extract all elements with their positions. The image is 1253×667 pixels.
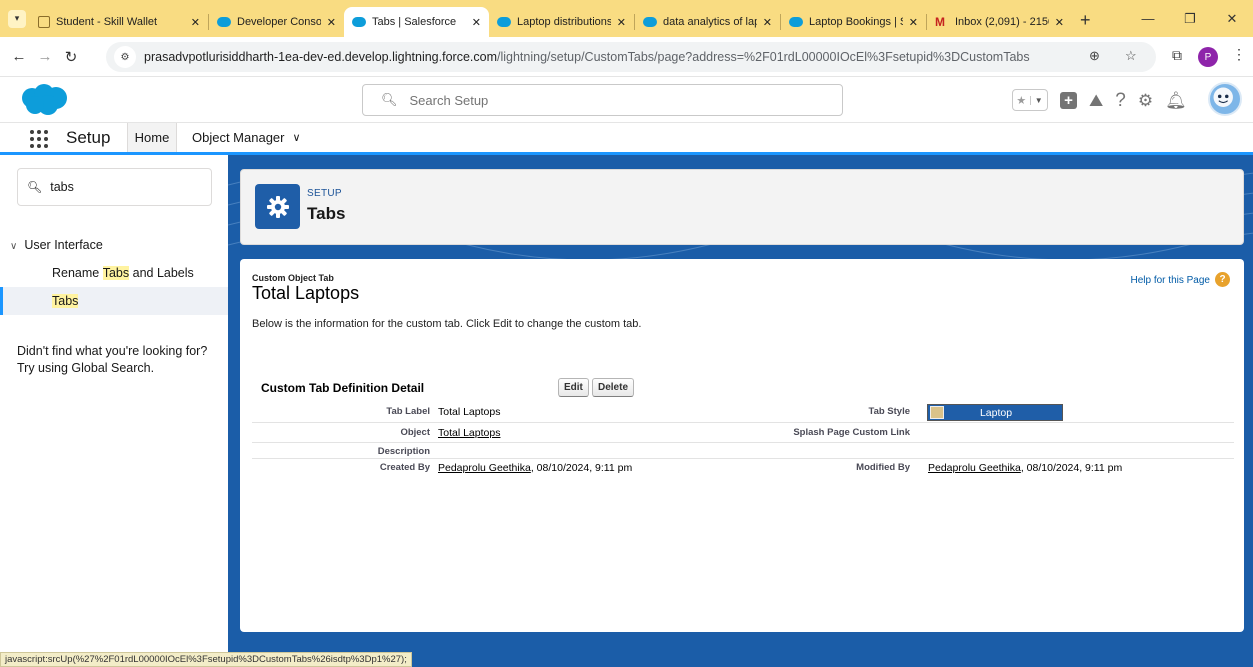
laptop-style-icon xyxy=(930,406,944,419)
object-type-label: Custom Object Tab xyxy=(252,273,334,283)
star-icon: ★ xyxy=(1016,94,1027,107)
browser-status-bar: javascript:srcUp(%27%2F01rdL00000IOcEl%3… xyxy=(0,652,412,667)
tree-item-tabs[interactable]: Tabs xyxy=(0,287,228,315)
gmail-icon: M xyxy=(935,15,945,29)
app-name: Setup xyxy=(66,128,111,147)
app-navigation: Setup Home Object Manager ∨ xyxy=(0,123,1253,155)
close-tab-icon[interactable]: ✕ xyxy=(909,16,918,29)
browser-tab-data-analytics[interactable]: data analytics of lapt ✕ xyxy=(635,7,780,37)
extensions-icon[interactable]: ⧉ xyxy=(1172,47,1182,64)
setup-eyebrow: SETUP xyxy=(307,188,342,199)
field-value-tab-label: Total Laptops xyxy=(438,406,501,418)
close-tab-icon[interactable]: ✕ xyxy=(763,16,772,29)
tab-search-icon[interactable]: ▾ xyxy=(8,9,26,28)
tree-item-rename-tabs-and-labels[interactable]: Rename Tabs and Labels xyxy=(0,259,228,287)
object-link[interactable]: Total Laptops xyxy=(438,427,500,439)
field-label-tab-style: Tab Style xyxy=(868,406,910,417)
modified-by-user-link[interactable]: Pedaprolu Geethika xyxy=(928,462,1021,474)
setup-gear-icon xyxy=(255,184,300,229)
forward-icon[interactable]: → xyxy=(32,48,58,65)
section-title: Custom Tab Definition Detail xyxy=(261,381,425,395)
zoom-icon[interactable]: ⊕ xyxy=(1089,48,1100,64)
trailhead-icon[interactable]: ⛰ xyxy=(1089,92,1103,109)
browser-tab-laptop-bookings[interactable]: Laptop Bookings | Sa ✕ xyxy=(781,7,926,37)
browser-tab-gmail-inbox[interactable]: M Inbox (2,091) - 21501 ✕ xyxy=(927,7,1072,37)
site-settings-icon[interactable]: ⚙ xyxy=(114,46,136,68)
new-tab-icon[interactable]: + xyxy=(1080,10,1091,31)
minimize-icon[interactable]: — xyxy=(1127,11,1169,26)
browser-tab-skill-wallet[interactable]: Student - Skill Wallet ✕ xyxy=(30,7,208,37)
browser-tab-developer-console[interactable]: Developer Console ✕ xyxy=(209,7,344,37)
window-controls: — ❐ ✕ xyxy=(1127,0,1253,37)
field-label-object: Object xyxy=(400,427,430,438)
restore-icon[interactable]: ❐ xyxy=(1169,11,1211,27)
astro-avatar-icon xyxy=(1213,87,1233,107)
setup-page-header: SETUP Tabs xyxy=(240,169,1244,245)
browser-tab-tabs-salesforce[interactable]: Tabs | Salesforce ✕ xyxy=(344,7,489,37)
field-label-tab-label: Tab Label xyxy=(386,406,430,417)
chevron-down-icon[interactable]: ▼ xyxy=(1029,95,1048,105)
gear-icon[interactable]: ⚙ xyxy=(1138,92,1153,109)
edit-button[interactable]: Edit xyxy=(558,378,589,397)
delete-button[interactable]: Delete xyxy=(592,378,635,397)
help-icon[interactable]: ? xyxy=(1115,91,1126,110)
reload-icon[interactable]: ↻ xyxy=(58,48,84,66)
user-avatar[interactable] xyxy=(1208,82,1242,116)
browser-tab-laptop-distributions[interactable]: Laptop distributions ✕ xyxy=(489,7,634,37)
setup-tree-panel: 🔍︎ tabs ∨ User Interface Rename Tabs and … xyxy=(0,155,228,652)
salesforce-icon xyxy=(789,17,803,27)
search-icon: 🔍︎ xyxy=(381,92,398,107)
custom-tab-detail-page: Custom Object Tab Total Laptops Help for… xyxy=(240,259,1244,632)
skill-wallet-icon xyxy=(38,16,50,28)
tab-style-preview: Laptop xyxy=(927,404,1063,421)
salesforce-icon xyxy=(352,17,366,27)
tree-node-user-interface[interactable]: ∨ User Interface xyxy=(10,238,103,252)
quick-find-input[interactable]: 🔍︎ tabs xyxy=(17,168,212,206)
salesforce-icon xyxy=(643,17,657,27)
nav-tab-object-manager[interactable]: Object Manager ∨ xyxy=(192,123,301,152)
setup-search-input[interactable]: 🔍︎ Search Setup xyxy=(362,84,843,116)
header-actions: ★ ▼ + ⛰ ? ⚙ 🔔︎ xyxy=(1012,87,1187,113)
close-window-icon[interactable]: ✕ xyxy=(1211,11,1253,27)
salesforce-icon xyxy=(497,17,511,27)
record-title: Total Laptops xyxy=(252,283,360,303)
close-tab-icon[interactable]: ✕ xyxy=(472,16,481,29)
salesforce-icon xyxy=(217,17,231,27)
search-icon: 🔍︎ xyxy=(27,180,43,194)
created-by-user-link[interactable]: Pedaprolu Geethika xyxy=(438,462,531,474)
app-launcher-icon[interactable] xyxy=(30,130,48,148)
back-icon[interactable]: ← xyxy=(6,48,32,65)
help-icon[interactable]: ? xyxy=(1215,272,1230,287)
browser-menu-icon[interactable]: ⋮ xyxy=(1232,46,1246,63)
profile-avatar[interactable]: P xyxy=(1198,47,1218,67)
page-description: Below is the information for the custom … xyxy=(252,318,642,330)
bookmark-star-icon[interactable]: ☆ xyxy=(1125,48,1137,64)
chevron-down-icon[interactable]: ∨ xyxy=(293,131,301,144)
field-label-description: Description xyxy=(377,446,430,457)
chevron-down-icon[interactable]: ∨ xyxy=(10,241,17,252)
close-tab-icon[interactable]: ✕ xyxy=(1055,16,1064,29)
address-bar[interactable]: ⚙ prasadvpotlurisiddharth-1ea-dev-ed.dev… xyxy=(106,42,1156,72)
global-search-hint: Didn't find what you're looking for? Try… xyxy=(17,344,208,375)
salesforce-logo[interactable] xyxy=(18,83,70,117)
field-value-modified-by: Pedaprolu Geethika, 08/10/2024, 9:11 pm xyxy=(928,462,1123,474)
close-tab-icon[interactable]: ✕ xyxy=(327,16,336,29)
field-value-created-by: Pedaprolu Geethika, 08/10/2024, 9:11 pm xyxy=(438,462,633,474)
url-text: prasadvpotlurisiddharth-1ea-dev-ed.devel… xyxy=(144,50,1030,64)
field-value-object: Total Laptops xyxy=(438,427,500,439)
browser-tabstrip: ▾ Student - Skill Wallet ✕ Developer Con… xyxy=(0,0,1253,37)
field-label-splash-page: Splash Page Custom Link xyxy=(793,427,910,438)
global-actions-icon[interactable]: + xyxy=(1060,91,1077,109)
close-tab-icon[interactable]: ✕ xyxy=(191,16,200,29)
browser-toolbar: ← → ↻ ⚙ prasadvpotlurisiddharth-1ea-dev-… xyxy=(0,37,1253,77)
close-tab-icon[interactable]: ✕ xyxy=(617,16,626,29)
global-header: 🔍︎ Search Setup ★ ▼ + ⛰ ? ⚙ 🔔︎ xyxy=(0,77,1253,123)
field-label-modified-by: Modified By xyxy=(856,462,910,473)
favorites-button[interactable]: ★ ▼ xyxy=(1012,89,1048,111)
help-for-this-page-link[interactable]: Help for this Page xyxy=(1131,275,1211,286)
nav-tab-home[interactable]: Home xyxy=(127,123,177,152)
notifications-bell-icon[interactable]: 🔔︎ xyxy=(1165,92,1187,109)
field-label-created-by: Created By xyxy=(379,462,430,473)
page-title: Tabs xyxy=(307,204,346,223)
